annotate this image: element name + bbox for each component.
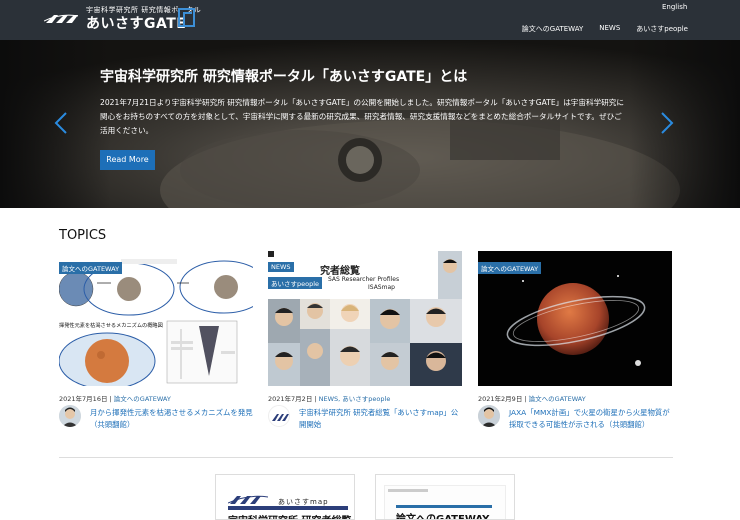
nav-item-news[interactable]: NEWS [599, 24, 620, 34]
author-avatar [59, 405, 81, 427]
topic-card[interactable]: 論文へのGATEWAY 揮発性元素を枯渇させるメカニズムの概略図 2021年7月… [59, 251, 253, 429]
logo-title[interactable]: あいさすGATE [86, 13, 186, 33]
topics-heading: TOPICS [59, 228, 107, 243]
topic-card[interactable]: 究者総覧 SAS Researcher Profiles ISASmap NEW… [268, 251, 462, 429]
author-avatar [478, 405, 500, 427]
topic-meta: 2021年2月9日 | 論文へのGATEWAY [478, 395, 586, 403]
isas-logo-icon[interactable] [44, 12, 78, 26]
isasmap-banner-title: 宇宙科学研究所 研究者総覧 [228, 512, 351, 519]
topic-headline-link[interactable]: 宇宙科学研究所 研究者総覧「あいさすmap」公開開始 [299, 407, 463, 431]
hero-slider: 宇宙科学研究所 研究情報ポータル「あいさすGATE」とは 2021年7月21日よ… [0, 40, 740, 208]
topic-headline-link[interactable]: 月から揮発性元素を枯渇させるメカニズムを発見（共頭翻館） [90, 407, 254, 431]
category-tag[interactable]: あいさすpeople [268, 277, 323, 289]
site-header: 宇宙科学研究所 研究情報ポータル あいさすGATE English 論文へのGA… [0, 0, 740, 40]
topic-date: 2021年7月2日 [268, 395, 313, 403]
banner-strip [228, 506, 348, 510]
topic-headline-link[interactable]: JAXA「MMX計画」で火星の衛星から火星物質が採取できる可能性が示される（共頭… [509, 407, 673, 431]
collage-map-label: ISASmap [368, 284, 395, 291]
researchers-collage-image [268, 251, 462, 386]
gateway-banner-title: 論文へのGATEWAY [396, 514, 490, 520]
category-tag[interactable]: 論文へのGATEWAY [59, 262, 123, 274]
section-divider [59, 457, 673, 458]
category-tag[interactable]: 論文へのGATEWAY [478, 262, 542, 274]
gateway-banner[interactable]: 論文へのGATEWAY [375, 474, 515, 520]
topic-image[interactable]: 論文へのGATEWAY 揮発性元素を枯渇させるメカニズムの概略図 [59, 251, 253, 386]
nav-item-gateway[interactable]: 論文へのGATEWAY [522, 24, 583, 34]
gate-logo-icon [178, 8, 195, 27]
topic-date: 2021年2月9日 [478, 395, 523, 403]
isas-avatar-icon [268, 405, 290, 427]
hero-description: 2021年7月21日より宇宙科学研究所 研究情報ポータル「あいさすGATE」の公… [100, 98, 624, 135]
topic-category-link[interactable]: NEWS, あいさすpeople [319, 395, 391, 403]
topic-image[interactable]: 究者総覧 SAS Researcher Profiles ISASmap NEW… [268, 251, 462, 386]
isas-logo-icon [228, 495, 268, 504]
isasmap-banner[interactable]: あいさすmap 宇宙科学研究所 研究者総覧 [215, 474, 355, 520]
topic-meta: 2021年7月2日 | NEWS, あいさすpeople [268, 395, 391, 403]
nav-item-people[interactable]: あいさすpeople [636, 24, 688, 34]
language-switch[interactable]: English [662, 3, 687, 11]
banner-placeholder-line [388, 489, 428, 492]
topic-meta: 2021年7月16日 | 論文へのGATEWAY [59, 395, 171, 403]
read-more-button[interactable]: Read More [100, 150, 155, 170]
diagram-caption: 揮発性元素を枯渇させるメカニズムの概略図 [59, 323, 163, 329]
chevron-right-icon[interactable] [660, 112, 674, 134]
collage-title: 究者総覧 [320, 266, 360, 277]
topic-category-link[interactable]: 論文へのGATEWAY [114, 395, 171, 403]
hero-title: 宇宙科学研究所 研究情報ポータル「あいさすGATE」とは [100, 69, 468, 85]
topic-date: 2021年7月16日 [59, 395, 108, 403]
category-tag[interactable]: NEWS [268, 262, 294, 272]
chevron-left-icon[interactable] [54, 112, 68, 134]
topic-image[interactable]: 論文へのGATEWAY [478, 251, 672, 386]
collage-subtitle: SAS Researcher Profiles [328, 276, 400, 283]
main-nav: 論文へのGATEWAY NEWS あいさすpeople [522, 24, 688, 34]
banner-accent-line [396, 505, 492, 508]
topic-card[interactable]: 論文へのGATEWAY 2021年2月9日 | 論文へのGATEWAY JAXA… [478, 251, 672, 429]
topic-category-link[interactable]: 論文へのGATEWAY [529, 395, 586, 403]
